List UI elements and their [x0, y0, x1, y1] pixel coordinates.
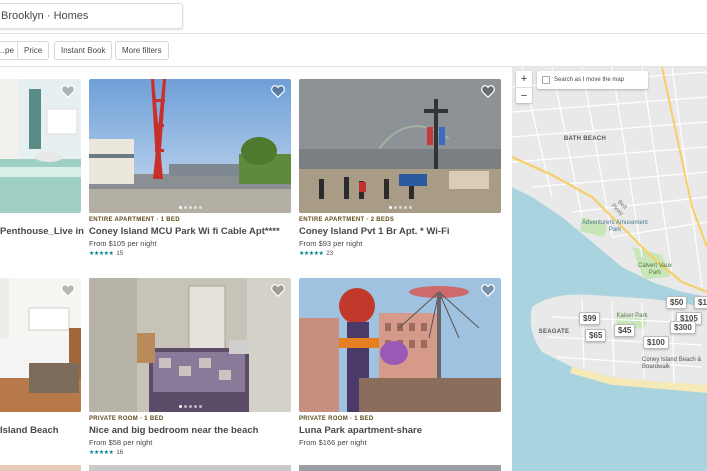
- listing-price: From $93 per night: [299, 239, 363, 248]
- top-bar: Brooklyn · Homes: [0, 0, 707, 34]
- map-label-bath-beach: BATH BEACH: [563, 136, 607, 142]
- photo-carousel-dots[interactable]: [89, 405, 291, 408]
- filter-instant-book-button[interactable]: Instant Book: [54, 41, 113, 60]
- listing-photo[interactable]: [89, 465, 291, 471]
- price-pin[interactable]: $300: [670, 321, 696, 334]
- listing-photo[interactable]: [89, 79, 291, 213]
- listing-photo[interactable]: [89, 278, 291, 412]
- rating-stars: ★★★★★ 23: [299, 251, 334, 257]
- review-count: 23: [326, 251, 334, 257]
- listing-title[interactable]: Island Beach: [0, 425, 59, 436]
- map-zoom-control: + −: [516, 71, 532, 103]
- photo-carousel-dots[interactable]: [89, 206, 291, 209]
- listing-type: PRIVATE ROOM · 1 BED: [89, 416, 164, 422]
- price-pin[interactable]: $100: [643, 336, 669, 349]
- listing-price: From $166 per night: [299, 438, 367, 447]
- zoom-in-button[interactable]: +: [516, 71, 532, 87]
- listing-photo[interactable]: [0, 79, 81, 213]
- listing-type: PRIVATE ROOM · 1 BED: [299, 416, 374, 422]
- photo-carousel-dots[interactable]: [299, 206, 501, 209]
- listing-photo[interactable]: [299, 465, 501, 471]
- heart-icon[interactable]: [61, 85, 75, 98]
- rating-stars: ★★★★★ 15: [89, 251, 124, 257]
- search-input[interactable]: Brooklyn · Homes: [0, 3, 183, 29]
- map[interactable]: + − Search as I move the map BATH BEACH …: [512, 67, 707, 471]
- search-as-move-toggle[interactable]: Search as I move the map: [537, 71, 648, 89]
- review-count: 15: [116, 251, 124, 257]
- listing-title[interactable]: Coney Island MCU Park Wi fi Cable Apt***…: [89, 226, 280, 237]
- checkbox[interactable]: [542, 76, 550, 84]
- listing-title[interactable]: Coney Island Pvt 1 Br Apt. * Wi-Fi: [299, 226, 450, 237]
- review-count: 16: [116, 450, 124, 456]
- filter-more-filters-button[interactable]: More filters: [115, 41, 169, 60]
- rating-stars: ★★★★★ 16: [89, 450, 124, 456]
- listing-photo[interactable]: [299, 79, 501, 213]
- listings-grid: Penthouse_Live in ENTIRE APARTMENT · 1 B…: [0, 67, 512, 471]
- heart-icon[interactable]: [271, 85, 285, 98]
- price-pin[interactable]: $1: [694, 296, 707, 309]
- filter-bar: …pe Price Instant Book More filters: [0, 34, 707, 67]
- listing-price: From $105 per night: [89, 239, 157, 248]
- listing-title[interactable]: Penthouse_Live in: [0, 226, 84, 237]
- price-pin[interactable]: $99: [579, 312, 601, 325]
- map-label-coney-island: Coney Island Beach & Boardwalk: [642, 357, 702, 370]
- listing-title[interactable]: Nice and big bedroom near the beach: [89, 425, 258, 436]
- map-label-seagate: SEAGATE: [538, 329, 570, 335]
- map-label-kaiser: Kaiser Park: [616, 313, 648, 319]
- map-label-calvert: Calvert Vaux Park: [638, 263, 672, 276]
- price-pin[interactable]: $45: [614, 324, 636, 337]
- listing-photo[interactable]: [299, 278, 501, 412]
- heart-icon[interactable]: [481, 284, 495, 297]
- listing-photo[interactable]: [0, 465, 81, 471]
- heart-icon[interactable]: [61, 284, 75, 297]
- listing-title[interactable]: Luna Park apartment-share: [299, 425, 422, 436]
- listing-price: From $58 per night: [89, 438, 153, 447]
- map-label-adventurers: Adventurers Amusement Park: [582, 220, 648, 233]
- listing-photo[interactable]: [0, 278, 81, 412]
- filter-price-button[interactable]: Price: [17, 41, 50, 60]
- listing-type: ENTIRE APARTMENT · 1 BED: [89, 217, 180, 223]
- zoom-out-button[interactable]: −: [516, 87, 532, 103]
- price-pin[interactable]: $50: [666, 296, 688, 309]
- heart-icon[interactable]: [481, 85, 495, 98]
- listing-type: ENTIRE APARTMENT · 2 BEDS: [299, 217, 395, 223]
- price-pin[interactable]: $65: [585, 329, 607, 342]
- heart-icon[interactable]: [271, 284, 285, 297]
